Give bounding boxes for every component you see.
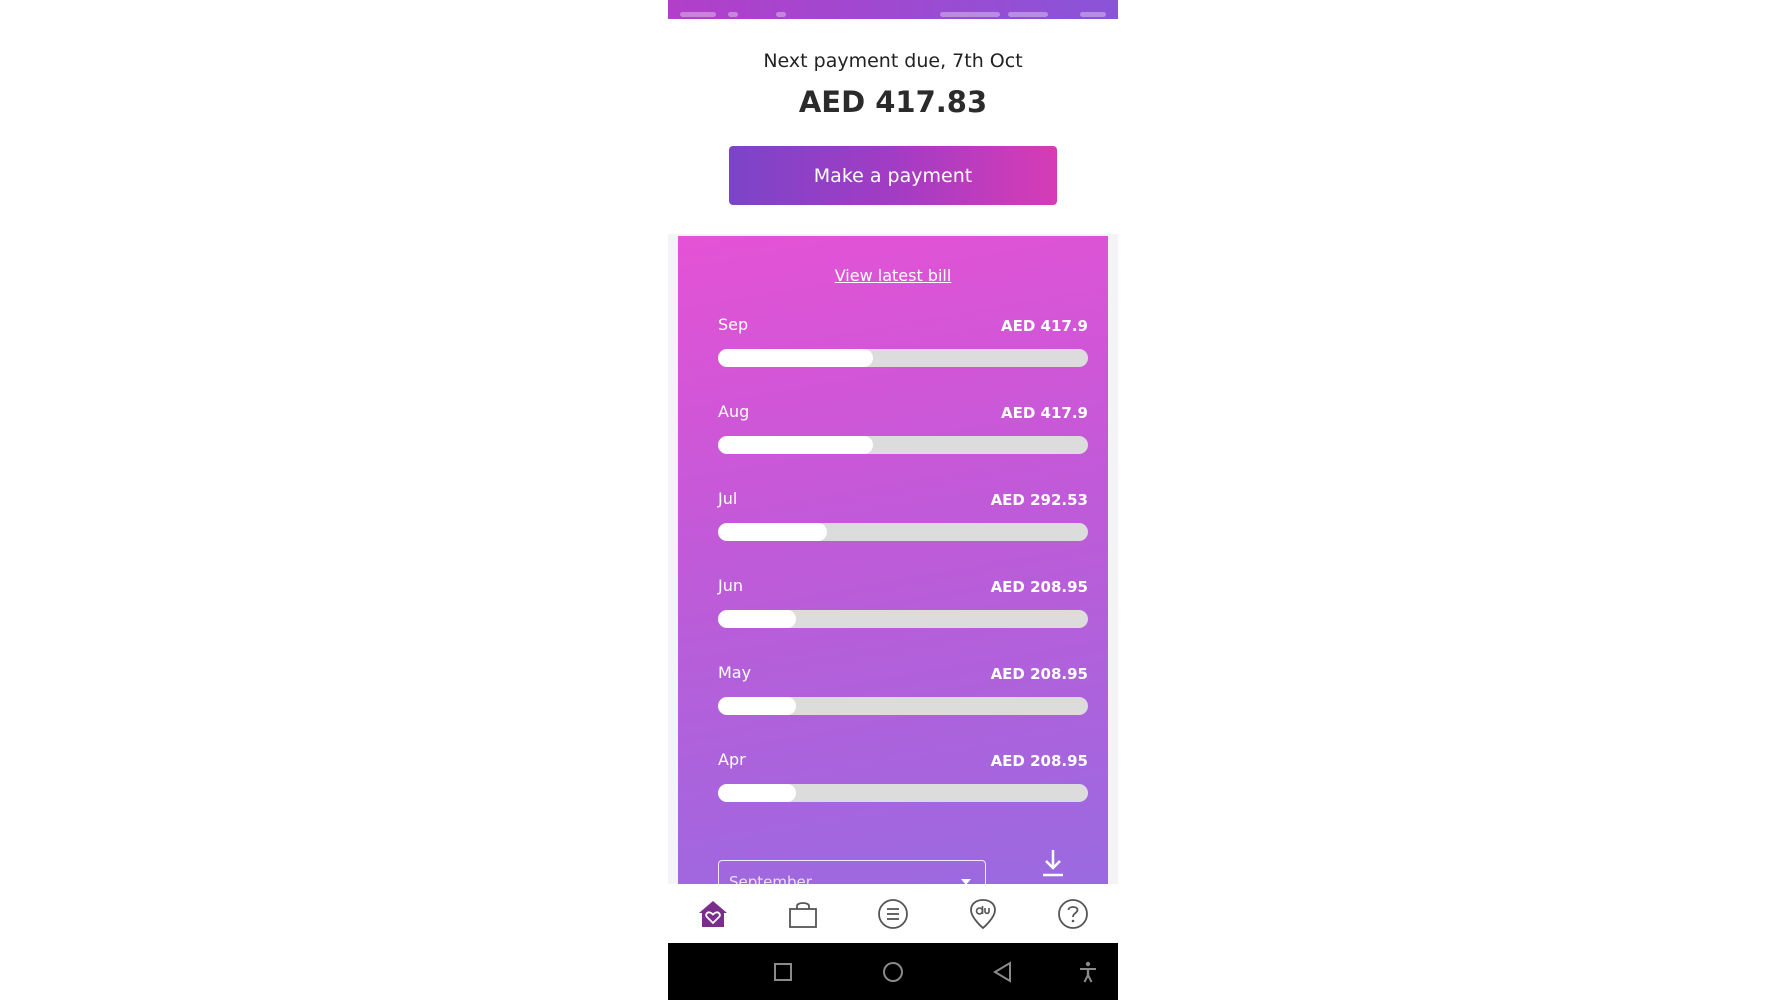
bar-month-label: Sep [718, 315, 749, 334]
bar-track [718, 349, 1088, 367]
bill-bar-row: Sep AED 417.9 [718, 315, 1088, 373]
bill-history-card: View latest bill Sep AED 417.9 Aug AED 4… [678, 236, 1108, 884]
bar-fill [718, 784, 796, 802]
bar-amount-label: AED 208.95 [990, 665, 1088, 683]
shopping-bag-icon[interactable] [787, 898, 819, 930]
download-icon[interactable] [1038, 848, 1068, 878]
month-select-value: September [729, 873, 812, 884]
bar-fill [718, 349, 874, 367]
next-payment-label: Next payment due, 7th Oct [763, 50, 1023, 72]
bar-fill [718, 697, 796, 715]
menu-list-icon[interactable] [877, 898, 909, 930]
make-payment-button[interactable]: Make a payment [729, 146, 1057, 205]
home-icon[interactable] [697, 898, 729, 930]
bar-fill [718, 436, 874, 454]
bill-bar-row: Jun AED 208.95 [718, 576, 1088, 634]
next-payment-amount: AED 417.83 [798, 85, 988, 119]
bar-month-label: Aug [718, 402, 750, 421]
bar-track [718, 697, 1088, 715]
bar-track [718, 784, 1088, 802]
bar-month-label: Apr [718, 750, 746, 769]
du-location-icon[interactable] [967, 898, 999, 930]
recent-apps-icon[interactable] [771, 960, 795, 984]
bar-amount-label: AED 208.95 [990, 752, 1088, 770]
bar-track [718, 610, 1088, 628]
home-circle-icon[interactable] [881, 960, 905, 984]
bar-month-label: May [718, 663, 752, 682]
system-navigation-bar [668, 943, 1118, 1000]
bar-month-label: Jul [718, 489, 738, 508]
bill-bar-row: Jul AED 292.53 [718, 489, 1088, 547]
bar-track [718, 523, 1088, 541]
bar-amount-label: AED 417.9 [1001, 404, 1088, 422]
phone-screen: Next payment due, 7th Oct AED 417.83 Mak… [668, 0, 1118, 1000]
help-icon[interactable] [1057, 898, 1089, 930]
accessibility-icon[interactable] [1076, 960, 1100, 984]
status-bar [668, 0, 1118, 19]
bar-month-label: Jun [718, 576, 743, 595]
bar-track [718, 436, 1088, 454]
bill-bar-row: May AED 208.95 [718, 663, 1088, 721]
bar-amount-label: AED 417.9 [1001, 317, 1088, 335]
bar-fill [718, 610, 796, 628]
bar-amount-label: AED 208.95 [990, 578, 1088, 596]
view-latest-bill-link[interactable]: View latest bill [678, 266, 1108, 285]
month-select-dropdown[interactable]: September [718, 860, 986, 884]
bottom-navigation [668, 884, 1118, 943]
bar-amount-label: AED 292.53 [990, 491, 1088, 509]
back-triangle-icon[interactable] [991, 960, 1015, 984]
bar-fill [718, 523, 828, 541]
bill-bar-row: Aug AED 417.9 [718, 402, 1088, 460]
bill-bar-row: Apr AED 208.95 [718, 750, 1088, 808]
